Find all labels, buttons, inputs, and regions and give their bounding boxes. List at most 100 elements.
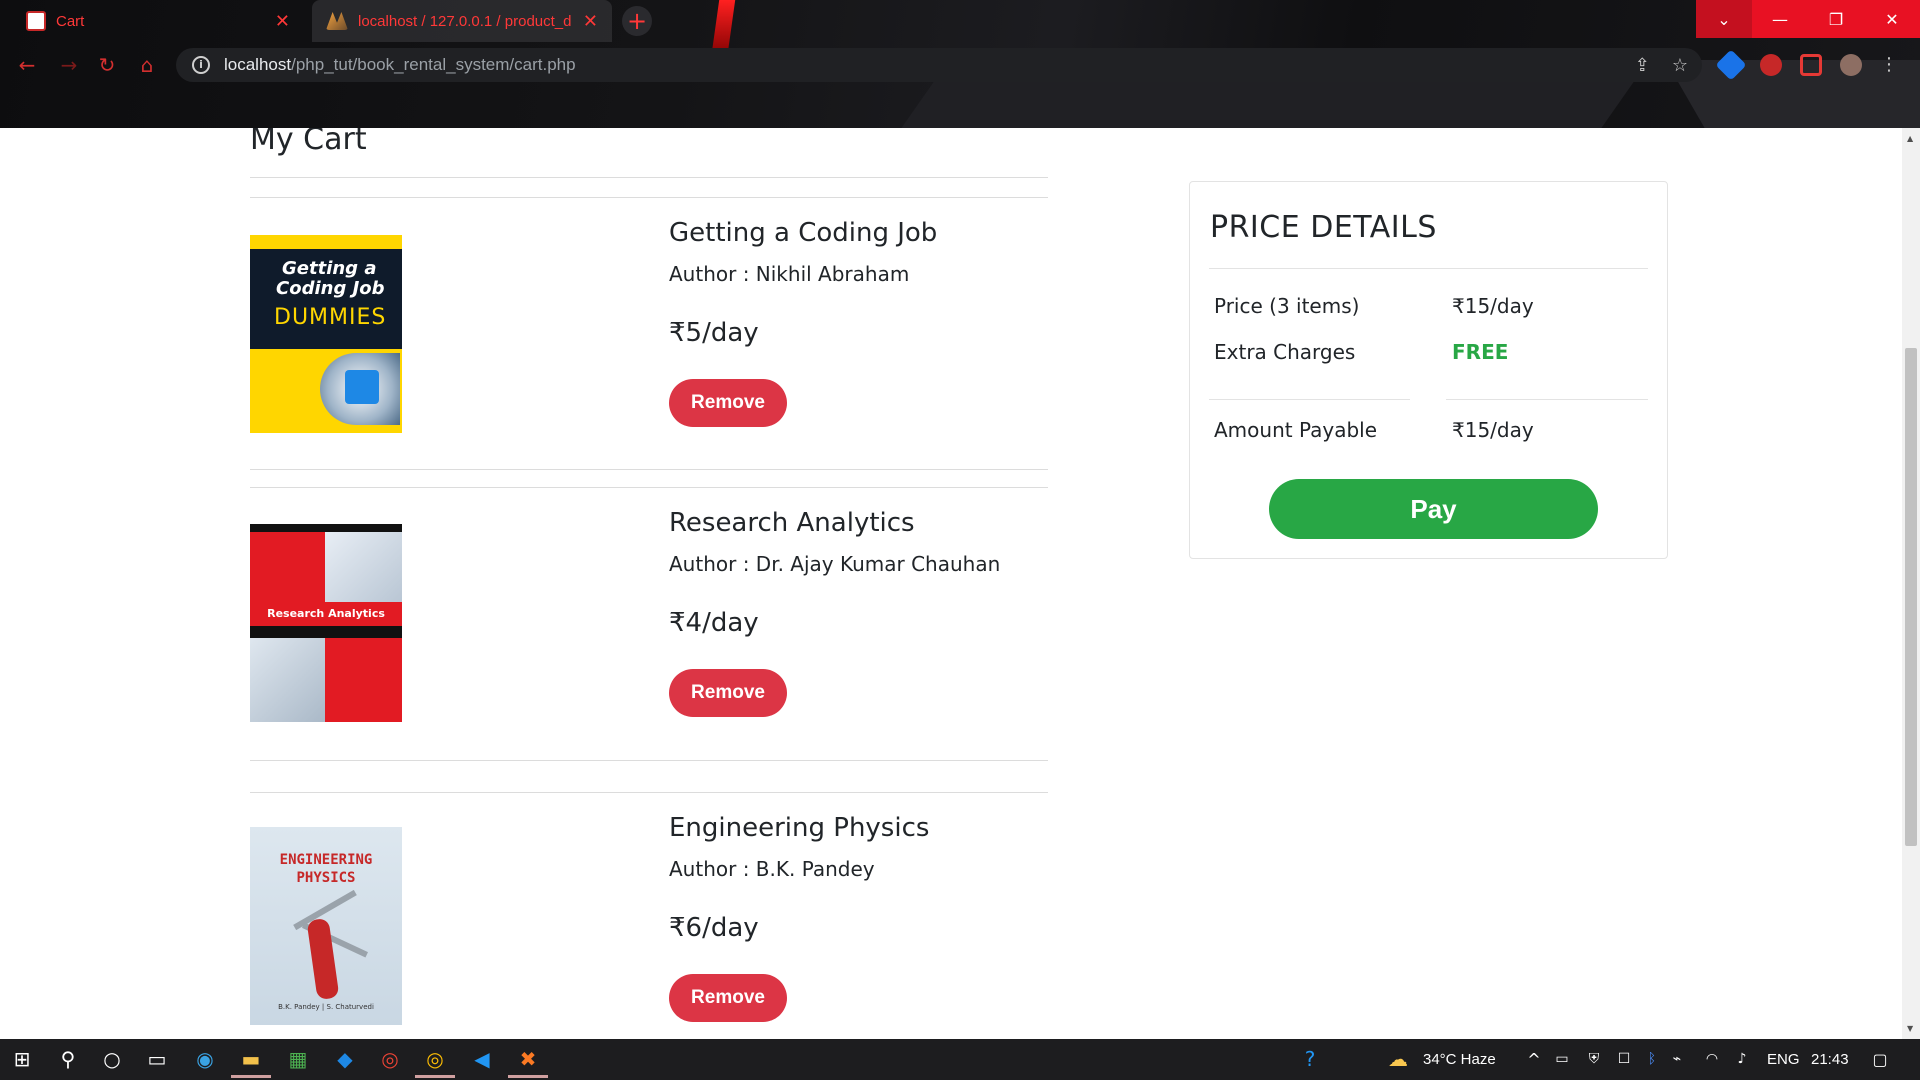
book-title: Engineering Physics xyxy=(669,813,930,843)
chevron-down-icon[interactable]: ⌄ xyxy=(1696,0,1752,38)
divider xyxy=(250,760,1048,761)
divider xyxy=(1209,399,1410,400)
clock[interactable]: 21:43 xyxy=(1811,1039,1849,1080)
weather-text[interactable]: 34°C Haze xyxy=(1423,1039,1496,1080)
cart-page: My Cart Getting a Coding Job DUMMIES Get… xyxy=(0,128,1902,1039)
battery-icon[interactable]: ▭ xyxy=(1550,1047,1574,1071)
scroll-down-icon[interactable]: ▼ xyxy=(1907,1024,1913,1033)
cart-item: Research Analytics Research Analytics Au… xyxy=(250,488,1048,758)
vscode-icon[interactable]: ◀ xyxy=(470,1047,494,1071)
active-indicator xyxy=(508,1075,548,1078)
volume-icon[interactable]: ♪ xyxy=(1730,1047,1754,1071)
remove-button[interactable]: Remove xyxy=(669,974,787,1022)
task-view-icon[interactable]: ▭ xyxy=(145,1047,169,1071)
book-price: ₹5/day xyxy=(669,318,759,348)
url-host: localhost xyxy=(224,55,292,74)
close-icon[interactable]: ✕ xyxy=(583,11,598,32)
scroll-up-icon[interactable]: ▲ xyxy=(1907,134,1913,143)
wifi-icon[interactable]: ◠ xyxy=(1700,1047,1724,1071)
amount-payable-value: ₹15/day xyxy=(1452,418,1534,442)
minimize-button[interactable]: — xyxy=(1752,0,1808,38)
scrollbar[interactable]: ▲ ▼ xyxy=(1902,128,1920,1039)
file-explorer-icon[interactable]: ▬ xyxy=(239,1047,263,1071)
extension-tag-icon[interactable] xyxy=(1715,49,1747,81)
book-price: ₹6/day xyxy=(669,913,759,943)
reload-icon[interactable]: ↻ xyxy=(96,54,118,76)
tab-phpmyadmin[interactable]: localhost / 127.0.0.1 / product_d ✕ xyxy=(312,0,612,42)
tab-cart[interactable]: Cart ✕ xyxy=(12,0,304,42)
cover-band xyxy=(250,626,402,638)
address-bar-actions: ⇪ ☆ xyxy=(1635,55,1688,76)
bookmark-star-icon[interactable]: ☆ xyxy=(1672,55,1688,76)
knife-icon xyxy=(306,917,340,1001)
cortana-icon[interactable]: ○ xyxy=(100,1047,124,1071)
site-info-icon[interactable]: i xyxy=(192,56,210,74)
menu-dots-icon[interactable]: ⋮ xyxy=(1880,54,1898,76)
search-icon[interactable]: ⚲ xyxy=(56,1047,80,1071)
store-icon[interactable]: ▦ xyxy=(286,1047,310,1071)
extension-square-icon[interactable] xyxy=(1800,54,1822,76)
security-icon[interactable]: ⛨ xyxy=(1582,1047,1606,1071)
book-author: Author : Dr. Ajay Kumar Chauhan xyxy=(669,552,1001,576)
weather-icon: ☁ xyxy=(1388,1047,1408,1071)
cover-text: Research Analytics xyxy=(250,602,402,626)
language-indicator[interactable]: ENG xyxy=(1767,1039,1800,1080)
xampp-icon[interactable]: ✖ xyxy=(516,1047,540,1071)
navigation-bar: ← → ↻ ⌂ i localhost/php_tut/book_rental_… xyxy=(0,44,1920,86)
cover-text: Getting a xyxy=(282,258,377,279)
notification-icon[interactable]: ▢ xyxy=(1868,1047,1892,1071)
phpmyadmin-favicon-icon xyxy=(326,12,348,30)
tab-title: localhost / 127.0.0.1 / product_d xyxy=(358,12,572,30)
edge-icon[interactable]: ◉ xyxy=(193,1047,217,1071)
book-cover-image: ENGINEERING PHYSICS B.K. Pandey | S. Cha… xyxy=(250,827,402,1025)
windows-start-icon[interactable]: ⊞ xyxy=(10,1047,34,1071)
extension-puzzle-icon[interactable] xyxy=(1760,54,1782,76)
display-icon[interactable]: ☐ xyxy=(1612,1047,1636,1071)
cart-favicon-icon xyxy=(26,11,46,31)
back-icon[interactable]: ← xyxy=(16,54,38,76)
address-bar[interactable]: i localhost/php_tut/book_rental_system/c… xyxy=(176,48,1702,82)
forward-icon[interactable]: → xyxy=(58,54,80,76)
close-window-button[interactable]: ✕ xyxy=(1864,0,1920,38)
price-details-heading: PRICE DETAILS xyxy=(1210,210,1437,245)
chrome-canary-icon[interactable]: ◎ xyxy=(423,1047,447,1071)
cart-item: Getting a Coding Job DUMMIES Getting a C… xyxy=(250,198,1048,468)
dropbox-icon[interactable]: ◆ xyxy=(333,1047,357,1071)
new-tab-button[interactable]: + xyxy=(622,6,652,36)
scrollbar-thumb[interactable] xyxy=(1905,348,1917,846)
close-icon[interactable]: ✕ xyxy=(275,11,290,32)
cover-block xyxy=(250,532,325,602)
book-title: Getting a Coding Job xyxy=(669,218,938,248)
tab-title: Cart xyxy=(56,12,85,30)
chevron-up-icon[interactable]: ^ xyxy=(1522,1047,1546,1071)
book-price: ₹4/day xyxy=(669,608,759,638)
bluetooth-icon[interactable]: ᛒ xyxy=(1640,1047,1664,1071)
network-icon[interactable]: ⌁ xyxy=(1665,1047,1689,1071)
chrome-icon[interactable]: ◎ xyxy=(378,1047,402,1071)
amount-payable-label: Amount Payable xyxy=(1214,418,1378,442)
cover-text: ENGINEERING xyxy=(279,852,373,868)
profile-avatar-icon[interactable] xyxy=(1840,54,1862,76)
active-indicator xyxy=(231,1075,271,1078)
remove-button[interactable]: Remove xyxy=(669,669,787,717)
divider xyxy=(250,469,1048,470)
url-path: /php_tut/book_rental_system/cart.php xyxy=(291,55,576,74)
page-title: My Cart xyxy=(250,128,367,157)
active-indicator xyxy=(415,1075,455,1078)
remove-button[interactable]: Remove xyxy=(669,379,787,427)
book-author: Author : Nikhil Abraham xyxy=(669,262,910,286)
help-icon[interactable]: ? xyxy=(1298,1047,1322,1071)
tab-strip: Cart ✕ localhost / 127.0.0.1 / product_d… xyxy=(0,0,1920,44)
price-label: Price (3 items) xyxy=(1214,294,1360,318)
share-icon[interactable]: ⇪ xyxy=(1635,55,1650,76)
extra-charges-label: Extra Charges xyxy=(1214,340,1356,364)
pay-button[interactable]: Pay xyxy=(1269,479,1598,539)
browser-chrome: Cart ✕ localhost / 127.0.0.1 / product_d… xyxy=(0,0,1920,128)
home-icon[interactable]: ⌂ xyxy=(136,54,158,76)
book-cover-image: Research Analytics xyxy=(250,524,402,722)
cover-block xyxy=(325,638,402,722)
windows-taskbar: ⊞ ⚲ ○ ▭ ◉ ▬ ▦ ◆ ◎ ◎ ◀ ✖ ? ☁ 34°C Haze ^ … xyxy=(0,1039,1920,1080)
restore-button[interactable]: ❐ xyxy=(1808,0,1864,38)
cover-band xyxy=(250,524,402,532)
price-details-card: PRICE DETAILS Price (3 items) ₹15/day Ex… xyxy=(1189,181,1668,559)
